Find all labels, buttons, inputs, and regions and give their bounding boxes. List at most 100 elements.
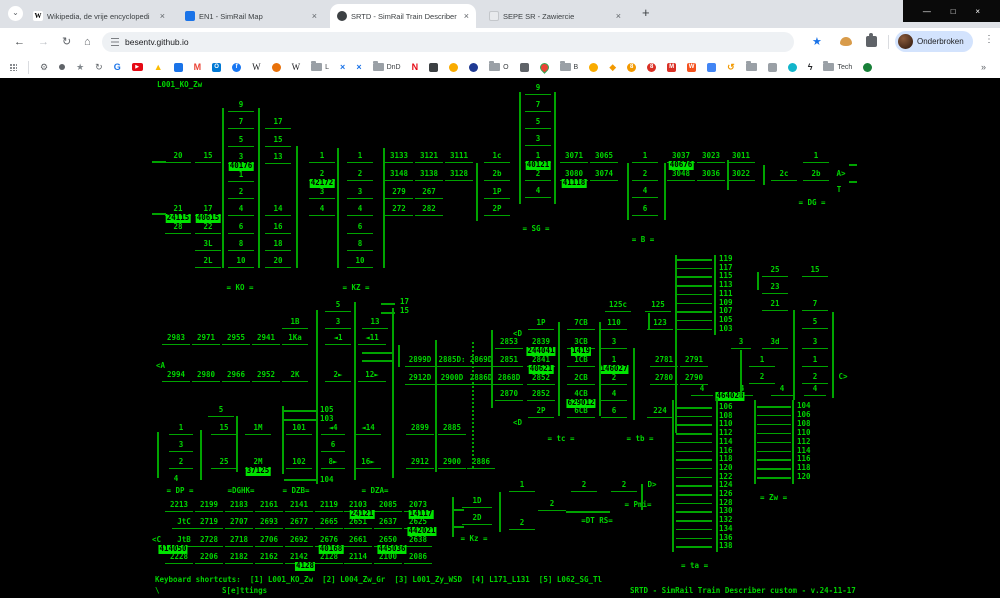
bookmark-item[interactable]: 8: [627, 63, 636, 72]
bookmark-item[interactable]: W: [687, 63, 696, 72]
berth-text: 3111: [445, 152, 473, 163]
bookmark-favicon-icon: [560, 63, 571, 71]
home-button[interactable]: ⌂: [84, 34, 91, 50]
tab-close-icon[interactable]: ×: [464, 11, 469, 21]
bookmark-item[interactable]: ϟ: [808, 62, 813, 72]
bookmark-item[interactable]: W: [252, 62, 261, 72]
bookmark-item[interactable]: ⚙: [40, 62, 48, 72]
track-line: [849, 181, 857, 183]
settings-link[interactable]: S[e]ttings: [222, 586, 267, 595]
bookmark-item[interactable]: W: [292, 62, 301, 72]
bookmark-item[interactable]: [788, 63, 797, 72]
bookmark-item[interactable]: [863, 63, 872, 72]
bookmark-favicon-icon: [469, 63, 478, 72]
berth-text: 2: [601, 374, 627, 385]
close-button[interactable]: ×: [975, 7, 980, 16]
berth-text: 2900: [438, 458, 466, 469]
track-rail: [648, 313, 650, 329]
bookmark-item[interactable]: ↻: [95, 62, 103, 72]
minimize-button[interactable]: —: [923, 7, 931, 16]
berth-text: = DP =: [163, 487, 197, 495]
track-line: [757, 468, 791, 470]
apps-grid-icon[interactable]: [10, 64, 17, 71]
bookmark-item[interactable]: ↺: [727, 62, 735, 72]
bookmark-item[interactable]: B: [560, 63, 579, 71]
bookmark-item[interactable]: ▶: [132, 63, 143, 71]
bookmark-item[interactable]: ▲: [154, 62, 163, 72]
bookmark-item[interactable]: 8: [647, 63, 656, 72]
berth-text: 2707: [225, 518, 253, 529]
extension-icon[interactable]: [840, 37, 852, 46]
bookmark-item[interactable]: [540, 63, 549, 72]
maximize-button[interactable]: □: [951, 7, 956, 16]
track-rail: [627, 163, 629, 220]
bookmark-item[interactable]: G: [114, 62, 121, 72]
bookmark-item[interactable]: [429, 63, 438, 72]
bookmark-item[interactable]: [520, 63, 529, 72]
extensions-puzzle-icon[interactable]: [866, 36, 877, 47]
tab-close-icon[interactable]: ×: [616, 11, 621, 21]
profile-chip[interactable]: Onderbroken: [895, 31, 973, 52]
bookmark-item[interactable]: O: [212, 63, 221, 72]
reload-button[interactable]: ↻: [62, 34, 71, 50]
forward-button[interactable]: →: [38, 34, 49, 50]
berth-text: 2199: [195, 501, 223, 512]
browser-tab[interactable]: EN1 - SimRail Map×: [178, 4, 324, 28]
browser-menu-button[interactable]: ⋮: [984, 34, 994, 45]
bookmark-item[interactable]: O: [489, 63, 508, 71]
back-button[interactable]: ←: [14, 34, 25, 50]
track-line: [676, 276, 712, 278]
bookmark-item[interactable]: ★: [76, 62, 84, 72]
bookmark-favicon-icon: 8: [627, 63, 636, 72]
berth-text: 17: [265, 118, 291, 129]
berth-text: 5: [525, 118, 551, 129]
bookmark-item[interactable]: [707, 63, 716, 72]
berth-text: <C: [152, 536, 161, 544]
browser-tab[interactable]: SRTD - SimRail Train Describer×: [330, 4, 476, 28]
track-line: [676, 538, 712, 540]
tab-search-button[interactable]: ⌄: [8, 6, 23, 21]
berth-text: 2728: [195, 536, 223, 547]
track-rail: [558, 322, 560, 416]
window-controls: — □ ×: [903, 0, 1000, 22]
track-line: [152, 213, 166, 215]
bookmark-item[interactable]: [469, 63, 478, 72]
bookmark-item[interactable]: ×: [356, 62, 361, 72]
bookmark-item[interactable]: DnD: [373, 63, 401, 71]
track-rail: [554, 92, 556, 204]
bookmark-item[interactable]: [174, 63, 183, 72]
bookmark-item[interactable]: ×: [340, 62, 345, 72]
track-line: [284, 419, 316, 421]
track-number: 108: [797, 420, 811, 428]
station-label: = ta =: [681, 562, 708, 570]
bookmark-item[interactable]: L: [311, 63, 329, 71]
browser-tab[interactable]: WWikipedia, de vrije encyclopedi×: [26, 4, 172, 28]
bookmark-item[interactable]: [449, 63, 458, 72]
bookmark-item[interactable]: f: [232, 63, 241, 72]
tab-close-icon[interactable]: ×: [312, 11, 317, 21]
bookmark-item[interactable]: M: [194, 62, 202, 72]
track-line: [452, 526, 464, 528]
bookmark-item[interactable]: ◆: [609, 62, 616, 72]
track-line: [676, 433, 712, 435]
bookmark-item[interactable]: [272, 63, 281, 72]
bookmark-item[interactable]: [768, 63, 777, 72]
bookmarks-overflow-icon[interactable]: »: [981, 62, 986, 72]
site-settings-icon[interactable]: [111, 38, 119, 46]
address-bar[interactable]: besentv.github.io: [102, 32, 794, 52]
berth-text: 2128: [315, 553, 343, 564]
bookmark-item[interactable]: Tech: [823, 63, 852, 71]
browser-tab[interactable]: SEPE SR - Zawiercie×: [482, 4, 628, 28]
bookmark-item[interactable]: M: [667, 63, 676, 72]
tab-close-icon[interactable]: ×: [160, 11, 165, 21]
bookmark-item[interactable]: [59, 64, 65, 70]
bookmark-item[interactable]: [746, 63, 757, 71]
bookmark-item[interactable]: N: [412, 62, 419, 72]
bookmark-star-icon[interactable]: ★: [812, 34, 822, 50]
new-tab-button[interactable]: +: [642, 5, 650, 20]
bookmark-item[interactable]: [589, 63, 598, 72]
berth-text: 2900D: [437, 374, 467, 385]
url-text[interactable]: besentv.github.io: [125, 37, 189, 47]
berth-text: JtC: [172, 518, 196, 529]
berth-text: 2677: [285, 518, 313, 529]
